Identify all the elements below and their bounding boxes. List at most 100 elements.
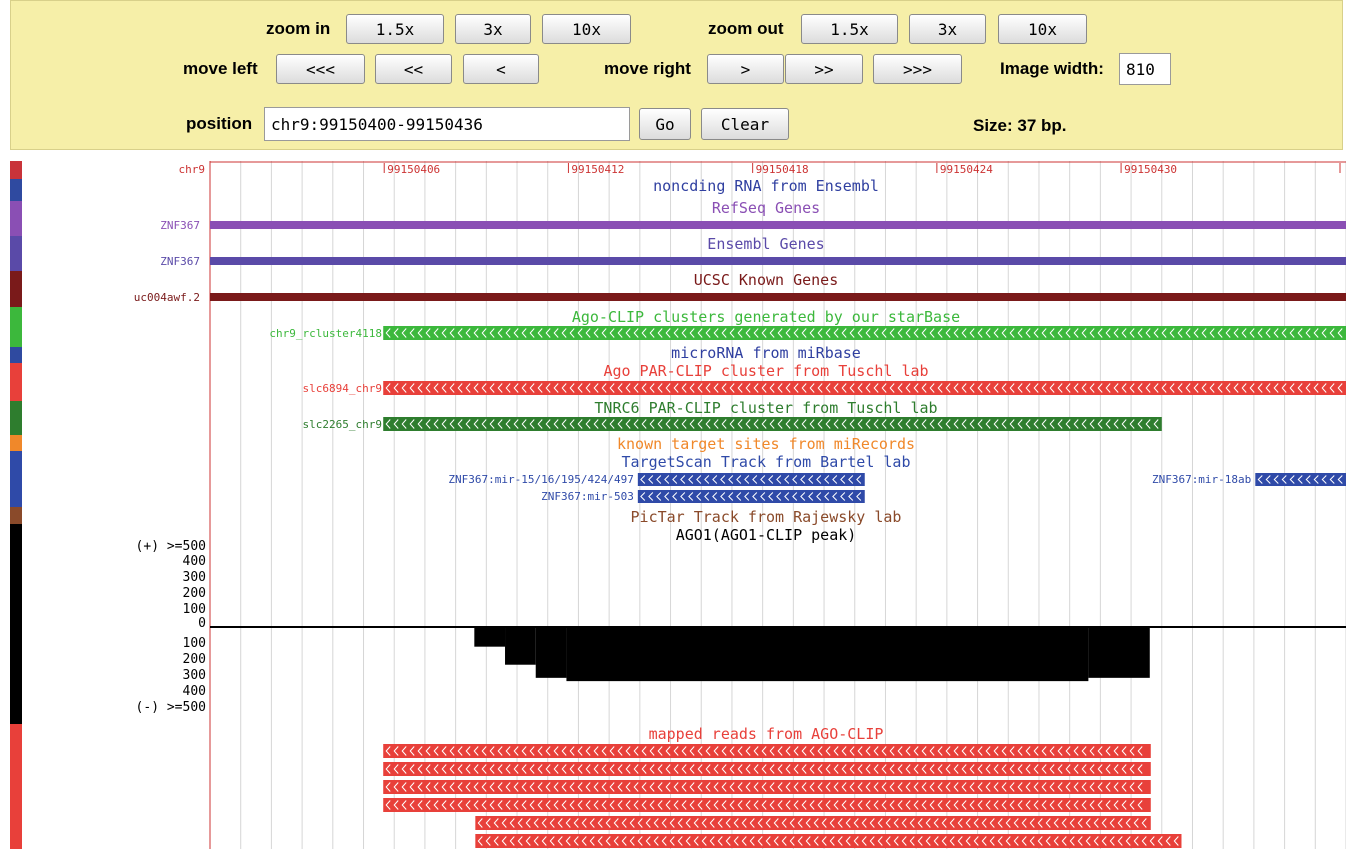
targetscan-site-bar	[637, 490, 865, 503]
track-color-swatch	[10, 724, 22, 849]
cluster-item-label: slc2265_chr9	[303, 418, 382, 431]
go-button[interactable]: Go	[639, 108, 691, 140]
region-size-text: Size: 37 bp.	[973, 116, 1067, 135]
genome-browser-image[interactable]: chr9 99150406 99150412 99150418 99150424 9915…	[10, 161, 1346, 849]
targetscan-site-label: ZNF367:mir-18ab	[1152, 473, 1251, 486]
signal-axis-label: 300	[183, 668, 206, 683]
zoom-in-1.5x-button[interactable]: 1.5x	[346, 14, 444, 44]
track-title: Ago PAR-CLIP cluster from Tuschl lab	[603, 362, 928, 380]
move-left-mid-button[interactable]: <<	[375, 54, 452, 84]
move-right-label: move right	[604, 59, 691, 78]
base-position-ruler: chr9 99150406 99150412 99150418 99150424 9915…	[179, 161, 1346, 176]
mapped-read[interactable]	[383, 798, 1151, 812]
track-title: UCSC Known Genes	[694, 271, 839, 289]
zoom-out-label: zoom out	[708, 19, 784, 38]
signal-axis-label: 300	[183, 570, 206, 585]
track-color-swatch	[10, 271, 22, 307]
signal-axis-label: 400	[183, 554, 206, 569]
signal-axis-label: (+) >=500	[136, 539, 206, 554]
ruler-tick-label: 99150418	[756, 163, 809, 176]
targetscan-site[interactable]	[637, 473, 865, 486]
track-color-swatch	[10, 236, 22, 271]
signal-bar[interactable]	[505, 627, 536, 665]
zoom-out-1.5x-button[interactable]: 1.5x	[801, 14, 898, 44]
mapped-read[interactable]	[383, 762, 1151, 776]
navigation-panel: zoom in 1.5x 3x 10x zoom out 1.5x 3x 10x…	[10, 0, 1343, 150]
targetscan-site[interactable]	[1255, 473, 1346, 486]
mapped-read-bar	[475, 834, 1182, 848]
ruler-tick-label: 99150430	[1124, 163, 1177, 176]
signal-axis-label: 100	[183, 636, 206, 651]
cluster-feature-bar	[383, 417, 1162, 431]
signal-bar[interactable]	[535, 627, 567, 678]
mapped-read-bar	[475, 816, 1151, 830]
ruler-tick-label: 99150406	[387, 163, 440, 176]
cluster-item-label: chr9_rcluster4118	[269, 327, 382, 340]
cluster-feature[interactable]	[383, 326, 1346, 340]
image-width-label: Image width:	[1000, 59, 1104, 78]
mapped-read[interactable]	[475, 834, 1182, 848]
zoom-in-10x-button[interactable]: 10x	[542, 14, 631, 44]
track-title: TargetScan Track from Bartel lab	[622, 453, 911, 471]
signal-bar[interactable]	[1088, 627, 1150, 678]
targetscan-site[interactable]	[637, 490, 865, 503]
track-color-swatch	[10, 363, 22, 401]
zoom-out-10x-button[interactable]: 10x	[998, 14, 1087, 44]
gene-feature-bar[interactable]	[210, 257, 1346, 265]
move-left-label: move left	[183, 59, 258, 78]
track-color-swatch	[10, 347, 22, 363]
signal-bar[interactable]	[566, 627, 1089, 682]
track-title: microRNA from miRbase	[671, 344, 861, 362]
mapped-read[interactable]	[475, 816, 1151, 830]
cluster-feature[interactable]	[383, 381, 1346, 395]
track-color-swatch	[10, 401, 22, 435]
targetscan-site-bar	[637, 473, 865, 486]
zoom-in-3x-button[interactable]: 3x	[455, 14, 531, 44]
signal-bar[interactable]	[474, 627, 506, 647]
image-width-input[interactable]	[1119, 53, 1171, 85]
track-title: Ensembl Genes	[707, 235, 824, 253]
track-color-swatch	[10, 307, 22, 347]
track-title: known target sites from miRecords	[617, 435, 915, 453]
track-title: AGO1(AGO1-CLIP peak)	[676, 526, 857, 544]
zoom-in-label: zoom in	[266, 19, 331, 38]
signal-axis-label: 200	[183, 652, 206, 667]
clear-button[interactable]: Clear	[701, 108, 789, 140]
ruler-tick-label: 99150412	[571, 163, 624, 176]
track-color-swatch	[10, 507, 22, 524]
mapped-read[interactable]	[383, 744, 1151, 758]
ruler-tick-label: 99150424	[940, 163, 993, 176]
move-left-near-button[interactable]: <	[463, 54, 539, 84]
track-title: TNRC6 PAR-CLIP cluster from Tuschl lab	[594, 399, 937, 417]
cluster-feature[interactable]	[383, 417, 1162, 431]
track-color-sidebar	[10, 161, 22, 849]
signal-axis-label: 0	[198, 616, 206, 631]
track-color-swatch	[10, 201, 22, 236]
mapped-read[interactable]	[383, 780, 1151, 794]
cluster-item-label: slc6894_chr9	[303, 382, 382, 395]
move-left-far-button[interactable]: <<<	[276, 54, 365, 84]
move-right-far-button[interactable]: >>>	[873, 54, 962, 84]
position-label: position	[186, 114, 253, 133]
signal-axis-label: 200	[183, 586, 206, 601]
gene-item-label: ZNF367	[160, 255, 200, 268]
position-input[interactable]	[264, 107, 630, 141]
gene-item-label: uc004awf.2	[134, 291, 200, 304]
track-title: RefSeq Genes	[712, 199, 820, 217]
track-color-swatch	[10, 161, 22, 179]
gene-feature-bar[interactable]	[210, 221, 1346, 229]
move-right-mid-button[interactable]: >>	[785, 54, 863, 84]
signal-axis-label: (-) >=500	[136, 700, 206, 715]
ruler-chrom-label: chr9	[179, 163, 206, 176]
signal-axis-label: 100	[183, 602, 206, 617]
gene-feature-bar[interactable]	[210, 293, 1346, 301]
targetscan-site-label: ZNF367:mir-15/16/195/424/497	[448, 473, 633, 486]
track-area: noncding RNA from Ensembl RefSeq Genes Ens…	[134, 177, 1346, 848]
track-color-swatch	[10, 179, 22, 201]
signal-axis-label: 400	[183, 684, 206, 699]
track-title: noncding RNA from Ensembl	[653, 177, 879, 195]
move-right-near-button[interactable]: >	[707, 54, 784, 84]
track-title: Ago-CLIP clusters generated by our starB…	[572, 308, 960, 326]
zoom-out-3x-button[interactable]: 3x	[909, 14, 986, 44]
track-color-swatch	[10, 524, 22, 724]
